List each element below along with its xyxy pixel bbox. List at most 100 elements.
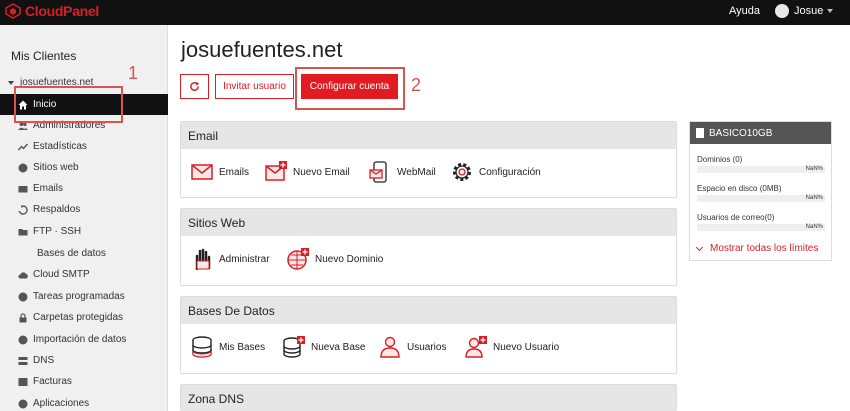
- section-title: Zona DNS: [181, 385, 676, 411]
- sidebar-item-label: Tareas programadas: [33, 291, 125, 302]
- usage-value: NaN%: [805, 195, 823, 201]
- sidebar-item-label: FTP · SSH: [33, 226, 82, 237]
- caret-down-icon: [8, 80, 14, 85]
- document-icon: [696, 128, 704, 138]
- dns-zone-section: Zona DNS: [180, 384, 677, 411]
- websites-section: Sitios Web Administrar Nuevo Dominio: [180, 208, 677, 286]
- section-title: Bases De Datos: [181, 297, 676, 324]
- invoice-icon: [18, 377, 28, 387]
- new-domain-tool[interactable]: Nuevo Dominio: [287, 248, 383, 270]
- email-section: Email Emails Nuevo Email WebMail Configu…: [180, 121, 677, 198]
- tool-label: Nueva Base: [311, 341, 366, 353]
- refresh-icon: [190, 81, 200, 91]
- refresh-button[interactable]: [180, 74, 209, 99]
- plan-header: BASICO10GB: [690, 122, 831, 144]
- webmail-icon: [369, 161, 387, 183]
- show-all-limits-link[interactable]: Mostrar todas los límites: [695, 243, 819, 254]
- chevron-down-icon: [827, 9, 834, 13]
- help-link[interactable]: Ayuda: [729, 5, 760, 17]
- tool-label: Configuración: [479, 166, 541, 178]
- cloud-icon: [18, 270, 28, 280]
- user-icon: [380, 336, 400, 358]
- sidebar-item-label: Carpetas protegidas: [33, 312, 124, 323]
- show-all-label: Mostrar todas los límites: [710, 243, 819, 254]
- plan-row-label: Usuarios de correo(0): [697, 213, 775, 222]
- sidebar-item-sitios-web[interactable]: Sitios web: [0, 157, 168, 178]
- sidebar-item-label: DNS: [33, 355, 55, 366]
- database-icon: [192, 336, 212, 358]
- annotation-number-2: 2: [411, 75, 422, 95]
- sidebar-item-ftp-ssh[interactable]: FTP · SSH: [0, 221, 168, 242]
- usage-value: NaN%: [805, 166, 823, 172]
- plan-name: BASICO10GB: [709, 127, 773, 139]
- user-name: Josue: [794, 5, 824, 17]
- tool-label: WebMail: [397, 166, 436, 178]
- tool-label: Mis Bases: [219, 341, 266, 353]
- globe-add-icon: [287, 248, 309, 270]
- annotation-box-2: [295, 67, 405, 110]
- usage-value: NaN%: [805, 224, 823, 230]
- import-icon: [18, 335, 28, 345]
- database-add-icon: [283, 336, 305, 358]
- sidebar-item-label: Cloud SMTP: [33, 269, 90, 280]
- plan-summary: BASICO10GB Dominios (0) NaN% Espacio en …: [689, 121, 832, 261]
- annotation-box-1: [14, 86, 123, 123]
- tool-label: Emails: [219, 166, 250, 178]
- gear-icon: [453, 163, 471, 181]
- users-tool[interactable]: Usuarios: [379, 336, 446, 358]
- sidebar-item-emails[interactable]: Emails: [0, 178, 168, 199]
- sidebar-item-label: Importación de datos: [33, 334, 127, 345]
- emails-tool[interactable]: Emails: [191, 161, 249, 183]
- webmail-tool[interactable]: WebMail: [369, 161, 436, 183]
- chart-icon: [18, 142, 28, 152]
- sidebar-item-bases-de-datos[interactable]: Bases de datos: [0, 243, 168, 264]
- sidebar-item-facturas[interactable]: Facturas: [0, 371, 168, 392]
- sidebar-item-importacion-de-datos[interactable]: Importación de datos: [0, 329, 168, 350]
- usage-bar: NaN%: [697, 195, 825, 202]
- sidebar-item-label: Estadísticas: [33, 141, 87, 152]
- sidebar-item-aplicaciones[interactable]: Aplicaciones: [0, 393, 168, 411]
- new-user-tool[interactable]: Nuevo Usuario: [465, 336, 559, 358]
- manage-tool[interactable]: Administrar: [191, 248, 270, 270]
- tool-label: Usuarios: [407, 341, 447, 353]
- sidebar-item-estadisticas[interactable]: Estadísticas: [0, 136, 168, 157]
- tool-label: Nuevo Email: [293, 166, 350, 178]
- my-databases-tool[interactable]: Mis Bases: [191, 336, 265, 358]
- cloudpanel-logo-icon: [5, 3, 21, 19]
- sidebar-item-cloud-smtp[interactable]: Cloud SMTP: [0, 264, 168, 285]
- clock-icon: [18, 292, 28, 302]
- plan-row-label: Dominios (0): [697, 155, 743, 164]
- plan-row-label: Espacio en disco (0MB): [697, 184, 782, 193]
- hand-icon: [195, 248, 211, 270]
- section-title: Sitios Web: [181, 209, 676, 236]
- databases-section: Bases De Datos Mis Bases Nueva Base Usua…: [180, 296, 677, 374]
- sidebar-title: Mis Clientes: [11, 49, 77, 63]
- configuration-tool[interactable]: Configuración: [451, 161, 541, 183]
- sidebar-item-tareas-programadas[interactable]: Tareas programadas: [0, 286, 168, 307]
- sidebar-item-label: Respaldos: [33, 204, 81, 215]
- brand-logo[interactable]: CloudPanel: [5, 3, 99, 19]
- globe-icon: [18, 163, 28, 173]
- restore-icon: [18, 204, 28, 215]
- lock-icon: [18, 312, 28, 323]
- new-email-icon: [265, 161, 287, 181]
- tool-label: Nuevo Usuario: [493, 341, 560, 353]
- new-email-tool[interactable]: Nuevo Email: [265, 161, 350, 183]
- user-add-icon: [465, 336, 487, 358]
- sidebar-item-respaldos[interactable]: Respaldos: [0, 199, 168, 220]
- sidebar-item-dns[interactable]: DNS: [0, 350, 168, 371]
- invite-user-button[interactable]: Invitar usuario: [215, 74, 294, 99]
- apps-icon: [18, 399, 28, 409]
- sidebar-item-carpetas-protegidas[interactable]: Carpetas protegidas: [0, 307, 168, 328]
- usage-bar: NaN%: [697, 224, 825, 231]
- user-menu[interactable]: Josue: [775, 4, 834, 18]
- envelope-icon: [18, 184, 28, 194]
- sidebar: Mis Clientes josuefuentes.net Inicio Adm…: [0, 25, 168, 411]
- new-database-tool[interactable]: Nueva Base: [283, 336, 365, 358]
- annotation-number-1: 1: [128, 63, 139, 83]
- sidebar-item-label: Sitios web: [33, 162, 79, 173]
- tool-label: Administrar: [219, 253, 270, 265]
- envelope-icon: [191, 164, 213, 180]
- folder-icon: [18, 227, 28, 237]
- chevron-down-icon: [695, 243, 704, 251]
